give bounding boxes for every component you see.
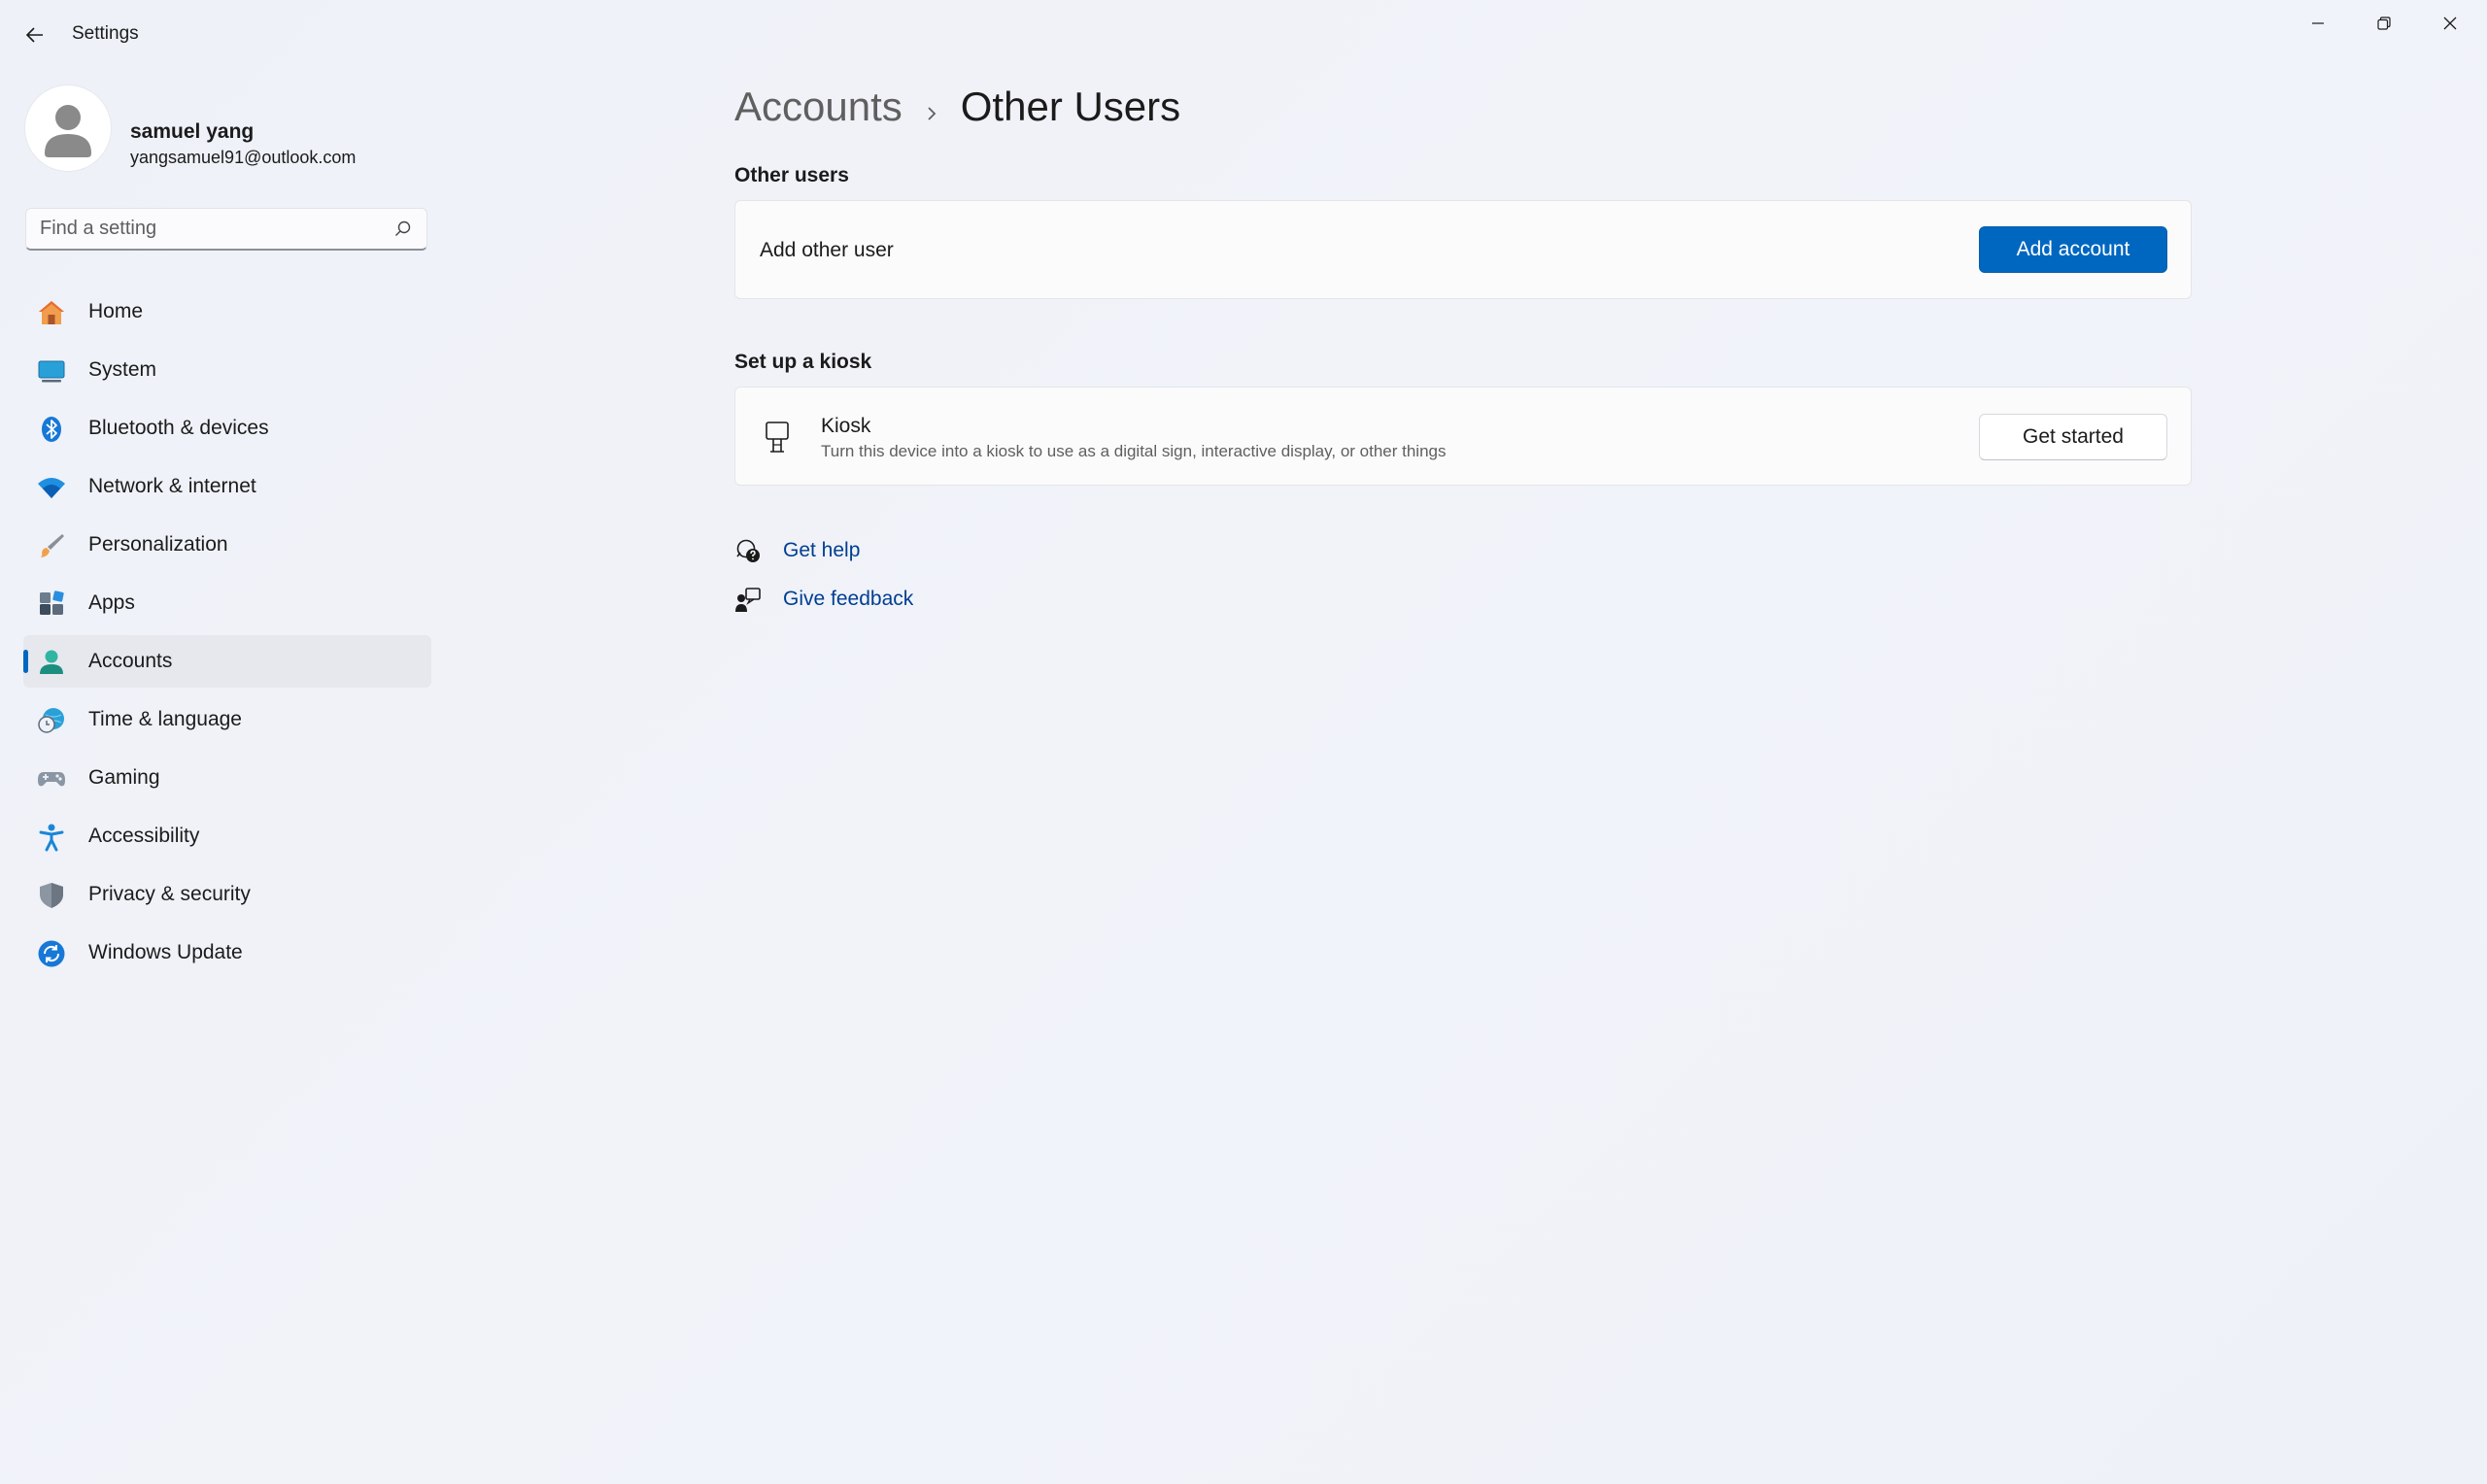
user-profile[interactable]: samuel yang yangsamuel91@outlook.com	[25, 85, 433, 173]
nav-list: Home System Bluetooth & devices Network …	[23, 286, 431, 985]
section-title-kiosk: Set up a kiosk	[734, 351, 872, 373]
sidebar-item-bluetooth[interactable]: Bluetooth & devices	[23, 402, 431, 455]
section-title-other-users: Other users	[734, 164, 849, 186]
sidebar-item-label: Accessibility	[88, 825, 200, 847]
avatar[interactable]	[25, 85, 111, 171]
close-button[interactable]	[2417, 4, 2483, 43]
title-bar: Settings	[0, 0, 2487, 70]
accounts-icon	[37, 648, 66, 677]
brush-icon	[37, 531, 66, 560]
sidebar-item-label: Apps	[88, 591, 135, 614]
help-icon	[736, 539, 760, 562]
search-box[interactable]	[25, 208, 427, 251]
wifi-icon	[37, 473, 66, 502]
sidebar-item-label: Home	[88, 300, 144, 322]
sidebar-item-accounts[interactable]: Accounts	[23, 635, 431, 688]
kiosk-icon	[766, 422, 789, 453]
kiosk-card: Kiosk Turn this device into a kiosk to u…	[734, 387, 2192, 486]
add-other-user-label: Add other user	[760, 239, 894, 261]
give-feedback-label[interactable]: Give feedback	[783, 588, 913, 611]
sidebar-item-time-language[interactable]: Time & language	[23, 693, 431, 746]
sidebar-item-gaming[interactable]: Gaming	[23, 752, 431, 804]
user-silhouette-icon	[45, 105, 91, 157]
give-feedback-link[interactable]: Give feedback	[734, 584, 929, 615]
system-icon	[37, 356, 66, 386]
kiosk-title: Kiosk	[821, 415, 871, 437]
feedback-icon	[735, 588, 761, 612]
profile-email: yangsamuel91@outlook.com	[130, 148, 357, 167]
minimize-icon	[2312, 22, 2324, 24]
get-help-link[interactable]: Get help	[734, 535, 890, 566]
sidebar-item-label: Bluetooth & devices	[88, 417, 269, 439]
profile-name: samuel yang	[130, 120, 255, 143]
sidebar-item-label: Accounts	[88, 650, 173, 672]
get-started-button[interactable]: Get started	[1979, 414, 2167, 460]
accessibility-icon	[37, 823, 66, 852]
home-icon	[37, 298, 66, 327]
breadcrumb: Accounts Other Users	[734, 84, 1180, 142]
sidebar-item-network[interactable]: Network & internet	[23, 460, 431, 513]
sidebar-item-personalization[interactable]: Personalization	[23, 519, 431, 571]
search-input[interactable]	[26, 209, 376, 248]
sidebar-item-system[interactable]: System	[23, 344, 431, 396]
restore-button[interactable]	[2351, 4, 2417, 43]
sidebar: samuel yang yangsamuel91@outlook.com Hom…	[0, 70, 447, 1484]
minimize-button[interactable]	[2285, 4, 2351, 43]
sidebar-item-windows-update[interactable]: Windows Update	[23, 927, 431, 979]
sidebar-item-label: Windows Update	[88, 941, 243, 963]
chevron-right-icon	[903, 104, 961, 128]
bluetooth-icon	[37, 415, 66, 444]
globe-clock-icon	[37, 706, 66, 735]
breadcrumb-parent[interactable]: Accounts	[734, 84, 903, 129]
update-icon	[37, 939, 66, 968]
kiosk-description: Turn this device into a kiosk to use as …	[821, 442, 1447, 460]
sidebar-item-label: Gaming	[88, 766, 160, 789]
back-arrow-icon	[25, 27, 43, 43]
search-icon[interactable]	[393, 219, 413, 239]
sidebar-item-label: Network & internet	[88, 475, 256, 497]
back-button[interactable]	[17, 17, 52, 52]
apps-icon	[37, 590, 66, 619]
sidebar-item-apps[interactable]: Apps	[23, 577, 431, 629]
get-help-label[interactable]: Get help	[783, 539, 860, 562]
close-icon	[2443, 17, 2457, 30]
add-other-user-card: Add other user Add account	[734, 200, 2192, 299]
restore-icon	[2377, 17, 2391, 30]
sidebar-item-label: Time & language	[88, 708, 242, 730]
shield-icon	[37, 881, 66, 910]
add-account-button[interactable]: Add account	[1979, 226, 2167, 273]
sidebar-item-label: System	[88, 358, 157, 381]
page-title: Other Users	[960, 84, 1181, 129]
gamepad-icon	[37, 764, 66, 793]
sidebar-item-label: Privacy & security	[88, 883, 251, 905]
sidebar-item-home[interactable]: Home	[23, 286, 431, 338]
sidebar-item-label: Personalization	[88, 533, 228, 556]
sidebar-item-accessibility[interactable]: Accessibility	[23, 810, 431, 862]
sidebar-item-privacy-security[interactable]: Privacy & security	[23, 868, 431, 921]
app-title: Settings	[72, 23, 139, 44]
